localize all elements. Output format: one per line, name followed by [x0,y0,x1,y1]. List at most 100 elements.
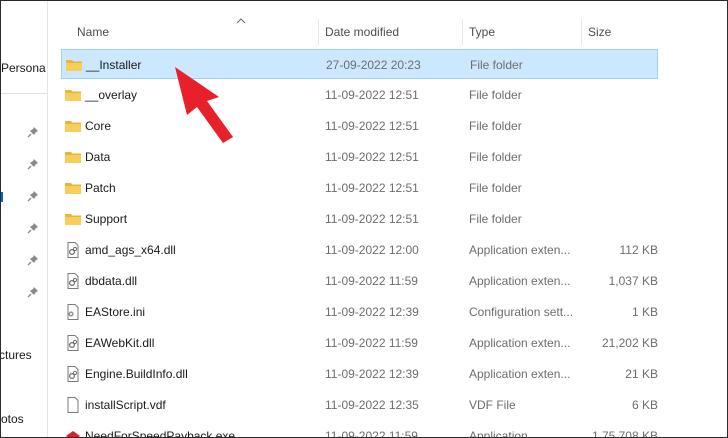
dll-file-icon [64,273,82,289]
file-size: 1,75,708 KB [591,429,658,438]
file-type: Application exten... [469,274,571,288]
nav-divider [1,93,47,94]
file-type: File folder [469,150,522,164]
file-row[interactable]: EAWebKit.dll 11-09-2022 11:59 Application … [61,328,658,358]
file-name: dbdata.dll [85,274,138,288]
file-name: EAWebKit.dll [85,336,155,350]
file-date-modified: 11-09-2022 11:59 [325,336,418,350]
file-date-modified: 11-09-2022 12:39 [325,305,419,319]
file-row[interactable]: installScript.vdf 11-09-2022 12:35 VDF Fil… [61,390,658,420]
column-header-type-label: Type [469,25,496,39]
pin-icon[interactable] [27,190,39,202]
file-type: File folder [469,119,522,133]
annotation-arrow-icon [175,67,233,143]
pin-icon[interactable] [27,126,39,138]
file-name: Engine.BuildInfo.dll [85,367,188,381]
file-explorer-window: Persona ctures otos Name Date modified T… [0,0,728,438]
file-date-modified: 11-09-2022 12:51 [325,119,419,133]
file-type: File folder [469,88,522,102]
file-name: Patch [85,181,116,195]
file-row[interactable]: dbdata.dll 11-09-2022 11:59 Application ex… [61,266,658,296]
folder-icon [64,149,82,165]
file-size: 1,037 KB [608,274,658,288]
file-name: Data [85,150,111,164]
column-header-name[interactable]: Name [71,17,319,47]
nav-item-photos[interactable]: otos [1,412,24,426]
file-size: 21,202 KB [601,336,658,350]
folder-icon [64,87,82,103]
file-type: VDF File [469,398,516,412]
file-date-modified: 27-09-2022 20:23 [326,58,421,72]
nav-active-indicator [1,192,3,202]
file-size [578,80,658,110]
file-date-modified: 11-09-2022 12:51 [325,181,419,195]
file-type: Application exten... [469,336,571,350]
pin-icon[interactable] [27,286,39,298]
file-size: 1 KB [631,305,658,319]
file-name: EAStore.ini [85,305,146,319]
file-size [578,111,658,141]
file-row[interactable]: __overlay 11-09-2022 12:51 File folder [61,80,658,110]
file-type: File folder [469,212,522,226]
file-type: File folder [470,58,523,72]
file-size: 6 KB [631,398,658,412]
exe-icon [64,428,82,437]
column-header-row: Name Date modified Type Size [48,17,727,47]
file-size [578,204,658,234]
folder-icon [64,180,82,196]
file-row[interactable]: Engine.BuildInfo.dll 11-09-2022 12:39 Appl… [61,359,658,389]
pin-icon[interactable] [27,158,39,170]
file-date-modified: 11-09-2022 11:59 [325,274,418,288]
file-name: Core [85,119,112,133]
file-size [578,173,658,203]
file-type: Configuration sett... [469,305,573,319]
folder-icon [65,57,83,73]
file-date-modified: 11-09-2022 12:00 [325,243,419,257]
dll-file-icon [64,242,82,258]
file-size [577,50,657,80]
file-name: __overlay [85,88,138,102]
file-name: __Installer [86,58,142,72]
file-type: Application exten... [469,367,571,381]
folder-icon [64,211,82,227]
file-size: 112 KB [619,243,658,257]
file-name: NeedForSpeedPayback.exe [85,429,236,438]
folder-icon [64,118,82,134]
column-header-date-modified[interactable]: Date modified [319,17,463,47]
ini-file-icon [64,304,82,320]
file-date-modified: 11-09-2022 12:51 [325,88,419,102]
file-type: File folder [469,181,522,195]
file-row[interactable]: Core 11-09-2022 12:51 File folder [61,111,658,141]
file-row[interactable]: EAStore.ini 11-09-2022 12:39 Configuration… [61,297,658,327]
file-row[interactable]: amd_ags_x64.dll 11-09-2022 12:00 Applicati… [61,235,658,265]
column-header-size[interactable]: Size [582,17,682,47]
column-header-size-label: Size [588,25,612,39]
file-date-modified: 11-09-2022 11:59 [325,429,418,438]
file-row[interactable]: NeedForSpeedPayback.exe 11-09-2022 11:59 A… [61,421,658,438]
file-size: 21 KB [625,367,658,381]
file-date-modified: 11-09-2022 12:51 [325,212,419,226]
column-header-date-label: Date modified [325,25,400,39]
pin-icon[interactable] [27,222,39,234]
file-name: installScript.vdf [85,398,166,412]
file-type: Application [469,429,528,438]
file-date-modified: 11-09-2022 12:35 [325,398,419,412]
file-type: Application exten... [469,243,571,257]
file-icon [64,397,82,413]
dll-file-icon [64,335,82,351]
column-header-name-label: Name [77,25,110,39]
file-date-modified: 11-09-2022 12:51 [325,150,419,164]
file-row[interactable]: __Installer 27-09-2022 20:23 File folder [61,49,658,79]
file-row[interactable]: Data 11-09-2022 12:51 File folder [61,142,658,172]
file-name: amd_ags_x64.dll [85,243,176,257]
pin-icon[interactable] [27,254,39,266]
file-row[interactable]: Support 11-09-2022 12:51 File folder [61,204,658,234]
file-date-modified: 11-09-2022 12:39 [325,367,419,381]
file-name: Support [85,212,128,226]
dll-file-icon [64,366,82,382]
navigation-pane: Persona ctures otos [1,1,48,437]
column-header-type[interactable]: Type [463,17,582,47]
nav-item-personal[interactable]: Persona [1,61,46,75]
file-row[interactable]: Patch 11-09-2022 12:51 File folder [61,173,658,203]
nav-item-pictures[interactable]: ctures [1,348,32,362]
